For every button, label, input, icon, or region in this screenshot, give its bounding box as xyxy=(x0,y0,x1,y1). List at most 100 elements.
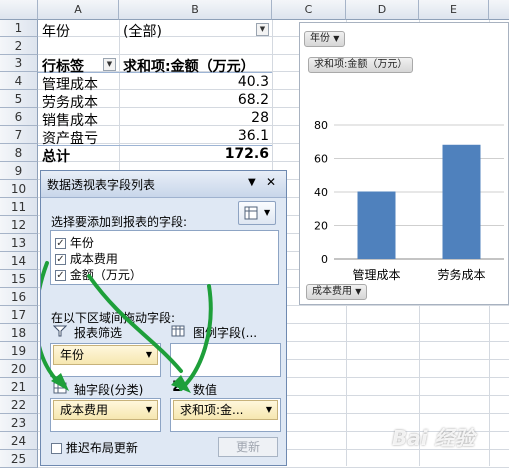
chart-axis-field-label: 成本费用 xyxy=(312,286,352,297)
field-item[interactable]: ✓ 金额（万元） xyxy=(55,266,142,283)
column-header-b[interactable]: B xyxy=(119,0,272,20)
update-button[interactable]: 更新 xyxy=(218,437,278,457)
chart-filter-label: 年份 xyxy=(310,33,330,44)
row-header[interactable]: 14 xyxy=(0,252,38,270)
filter-dropdown-icon[interactable]: ▼ xyxy=(256,23,269,36)
pivot-field-list-pane[interactable]: 数据透视表字段列表 ▼ ✕ 选择要添加到报表的字段: ▼ ✓ 年份 ✓ 成本费用… xyxy=(40,170,287,466)
chevron-down-icon: ▼ xyxy=(265,405,272,414)
row-header[interactable]: 21 xyxy=(0,378,38,396)
y-tick-label: 60 xyxy=(314,153,328,166)
close-icon[interactable]: ✕ xyxy=(266,175,276,189)
y-tick-label: 40 xyxy=(314,186,328,199)
chart-bar[interactable] xyxy=(357,191,396,259)
column-header-a[interactable]: A xyxy=(38,0,119,20)
field-list-layout-button[interactable]: ▼ xyxy=(238,201,276,225)
checkbox[interactable]: ✓ xyxy=(55,238,66,249)
row-header[interactable]: 18 xyxy=(0,324,38,342)
field-list-box: ✓ 年份 ✓ 成本费用 ✓ 金额（万元） xyxy=(50,230,279,285)
row-header[interactable]: 22 xyxy=(0,396,38,414)
row-header[interactable]: 9 xyxy=(0,162,38,180)
column-labels-icon xyxy=(171,325,185,337)
checkbox[interactable]: ✓ xyxy=(55,254,66,265)
field-item[interactable]: ✓ 成本费用 xyxy=(55,250,118,267)
row-header[interactable]: 23 xyxy=(0,414,38,432)
row-header[interactable]: 10 xyxy=(0,180,38,198)
row-header[interactable]: 13 xyxy=(0,234,38,252)
chevron-down-icon: ▼ xyxy=(355,287,362,296)
chevron-down-icon: ▼ xyxy=(145,405,152,414)
pane-options-icon[interactable]: ▼ xyxy=(248,177,256,188)
row-header[interactable]: 4 xyxy=(0,72,38,90)
defer-update-label: 推迟布局更新 xyxy=(65,441,138,455)
legend-fields-zone[interactable] xyxy=(170,343,281,377)
field-item[interactable]: ✓ 年份 xyxy=(55,234,94,251)
row-header[interactable]: 7 xyxy=(0,126,38,144)
row-labels-dropdown-icon[interactable]: ▼ xyxy=(103,58,116,71)
filter-field-button[interactable]: 年份 ▼ xyxy=(53,345,158,365)
pane-title: 数据透视表字段列表 xyxy=(47,178,156,192)
pivot-row-value[interactable]: 28 xyxy=(123,110,269,126)
chart-filter-button[interactable]: 年份 ▼ xyxy=(304,31,346,47)
pane-header[interactable]: 数据透视表字段列表 ▼ ✕ xyxy=(41,171,286,198)
pivot-row-value[interactable]: 40.3 xyxy=(123,74,269,90)
pivot-row-value[interactable]: 68.2 xyxy=(123,92,269,108)
pivot-chart[interactable]: 年份 ▼ 求和项:金额（万元） 0 20 40 60 80 管理成本 劳务成本 成本费用 ▼ xyxy=(299,22,509,305)
row-header[interactable]: 8 xyxy=(0,144,38,162)
row-header[interactable]: 2 xyxy=(0,37,38,55)
filter-field-value[interactable]: (全部) xyxy=(123,21,162,41)
filter-icon xyxy=(53,325,67,337)
values-field-button-label: 求和项:金... xyxy=(180,403,244,417)
pivot-row-label[interactable]: 劳务成本 xyxy=(42,92,98,112)
row-header[interactable]: 25 xyxy=(0,450,38,468)
values-field-button[interactable]: 求和项:金... ▼ xyxy=(173,400,278,420)
row-header[interactable]: 6 xyxy=(0,108,38,126)
row-header[interactable]: 20 xyxy=(0,360,38,378)
row-header[interactable]: 3 xyxy=(0,55,38,72)
chevron-down-icon: ▼ xyxy=(145,350,152,359)
row-header[interactable]: 16 xyxy=(0,288,38,306)
layout-icon xyxy=(244,206,258,220)
field-item-label: 成本费用 xyxy=(69,252,118,266)
values-label: 数值 xyxy=(193,383,218,397)
grand-total-label[interactable]: 总计 xyxy=(42,146,70,166)
x-category-label: 劳务成本 xyxy=(437,267,485,282)
row-header[interactable]: 17 xyxy=(0,306,38,324)
column-header-d[interactable]: D xyxy=(346,0,419,20)
axis-field-button[interactable]: 成本费用 ▼ xyxy=(53,400,158,420)
defer-update-checkbox[interactable] xyxy=(51,443,62,454)
row-labels-header[interactable]: 行标签 xyxy=(42,56,84,76)
sum-amount-header[interactable]: 求和项:金额（万元） xyxy=(123,56,255,76)
row-header[interactable]: 19 xyxy=(0,342,38,360)
axis-field-button-label: 成本费用 xyxy=(60,403,109,417)
field-item-label: 金额（万元） xyxy=(69,268,142,282)
chevron-down-icon: ▼ xyxy=(333,34,340,43)
defer-update-option[interactable]: 推迟布局更新 xyxy=(51,439,138,456)
column-header-c[interactable]: C xyxy=(272,0,346,20)
field-item-label: 年份 xyxy=(69,236,94,250)
pivot-row-label[interactable]: 销售成本 xyxy=(42,110,98,130)
y-tick-label: 0 xyxy=(321,253,328,266)
pivot-row-label[interactable]: 管理成本 xyxy=(42,74,98,94)
row-header[interactable]: 24 xyxy=(0,432,38,450)
checkbox[interactable]: ✓ xyxy=(55,270,66,281)
report-filter-label: 报表筛选 xyxy=(74,326,123,340)
chart-bar[interactable] xyxy=(442,144,481,259)
row-header[interactable]: 11 xyxy=(0,198,38,216)
select-all-corner[interactable] xyxy=(0,0,38,20)
watermark-logo: Bai 经验 xyxy=(392,426,475,450)
column-header-f[interactable] xyxy=(489,0,509,20)
legend-fields-label: 图例字段(... xyxy=(193,326,258,340)
chevron-down-icon: ▼ xyxy=(264,208,271,217)
x-category-label: 管理成本 xyxy=(352,267,400,282)
column-header-e[interactable]: E xyxy=(419,0,489,20)
chart-axis-field-button[interactable]: 成本费用 ▼ xyxy=(306,284,368,300)
sigma-icon: Σ xyxy=(172,379,182,395)
row-header[interactable]: 5 xyxy=(0,90,38,108)
grand-total-value[interactable]: 172.6 xyxy=(123,146,269,162)
filter-field-label[interactable]: 年份 xyxy=(42,21,70,41)
row-header[interactable]: 1 xyxy=(0,20,38,37)
row-header[interactable]: 12 xyxy=(0,216,38,234)
row-header[interactable]: 15 xyxy=(0,270,38,288)
pivot-row-value[interactable]: 36.1 xyxy=(123,128,269,144)
chart-value-field-button[interactable]: 求和项:金额（万元） xyxy=(308,57,414,73)
